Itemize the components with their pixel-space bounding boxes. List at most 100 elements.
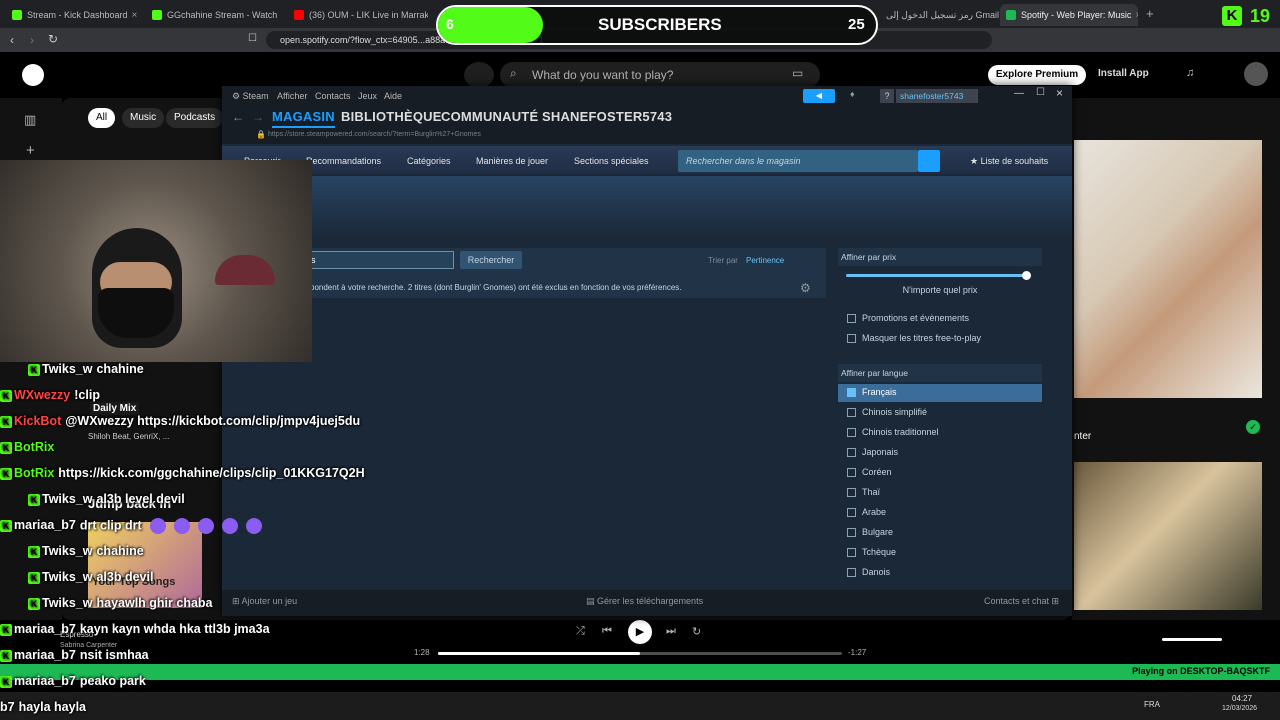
steam-menu-afficher[interactable]: Afficher	[277, 91, 307, 101]
bell-icon[interactable]: ♫	[1186, 67, 1194, 79]
steam-forward-icon[interactable]: →	[252, 110, 264, 124]
avatar[interactable]	[1244, 62, 1268, 86]
nav-magasin[interactable]: MAGASIN	[272, 109, 335, 128]
price-filter-heading[interactable]: Affiner par prix	[838, 248, 1042, 266]
checkbox[interactable]	[847, 334, 856, 343]
install-app-button[interactable]: Install App	[1098, 68, 1149, 79]
forward-icon[interactable]: ›	[30, 33, 34, 47]
library-icon[interactable]: ▥	[24, 112, 36, 128]
language-filter-heading[interactable]: Affiner par langue	[838, 364, 1042, 382]
language-danois[interactable]: Danois	[838, 564, 1042, 582]
tab-youtube[interactable]: (36) OUM - LIK Live in Marrakech	[288, 4, 428, 26]
rechercher-button[interactable]: Rechercher	[460, 251, 522, 269]
nav-bibliotheque[interactable]: BIBLIOTHÈQUE	[341, 109, 442, 124]
repeat-icon[interactable]: ↻	[692, 625, 701, 638]
kick-badge-icon: K	[28, 363, 40, 376]
steam-menu-steam[interactable]: ⚙ Steam	[232, 91, 269, 102]
store-menu-manieres[interactable]: Manières de jouer	[476, 156, 548, 166]
language-tcheque[interactable]: Tchèque	[838, 544, 1042, 562]
explore-premium-button[interactable]: Explore Premium	[988, 65, 1086, 85]
language-chinois-simplifie[interactable]: Chinois simplifié	[838, 404, 1042, 422]
spotify-logo-icon[interactable]	[22, 64, 44, 86]
home-icon[interactable]	[464, 62, 494, 88]
device-text[interactable]: Playing on DESKTOP-BAQSKTF	[1132, 666, 1270, 676]
search-term-input[interactable]: s	[306, 251, 454, 269]
store-menu-recommandations[interactable]: Recommandations	[306, 156, 381, 166]
language-japonais[interactable]: Japonais	[838, 444, 1042, 462]
sort-dropdown[interactable]: Pertinence	[746, 256, 784, 265]
language-coreen[interactable]: Coréen	[838, 464, 1042, 482]
browse-icon[interactable]: ▭	[792, 66, 803, 80]
check-icon: ✓	[1246, 420, 1260, 434]
bookmark-icon[interactable]: ☐	[248, 33, 257, 44]
shuffle-icon[interactable]: ⤮	[576, 625, 585, 638]
back-icon[interactable]: ‹	[10, 33, 14, 47]
account-menu[interactable]: shanefoster5743	[896, 89, 978, 103]
checkbox[interactable]	[847, 548, 856, 557]
chip-podcasts[interactable]: Podcasts	[166, 108, 224, 128]
filter-promotions[interactable]: Promotions et évènements	[838, 310, 1042, 328]
wishlist-link[interactable]: ★ Liste de souhaits	[970, 156, 1048, 167]
help-icon[interactable]: ?	[880, 89, 894, 103]
tab-kick-watch[interactable]: GGchahine Stream - Watch	[146, 4, 282, 26]
steam-store-search-input[interactable]: Rechercher dans le magasin	[678, 150, 918, 172]
language-indicator[interactable]: FRA	[1144, 700, 1160, 709]
friends-chat-button[interactable]: Contacts et chat ⊞	[984, 596, 1059, 607]
kick-badge-icon: K	[0, 415, 12, 428]
webcam-person-mask	[98, 288, 174, 338]
close-icon[interactable]: ×	[128, 10, 138, 21]
price-slider-knob[interactable]	[1022, 271, 1031, 280]
checkbox[interactable]	[847, 408, 856, 417]
checkbox[interactable]	[847, 528, 856, 537]
checkbox[interactable]	[847, 508, 856, 517]
manage-downloads-button[interactable]: ▤ Gérer les téléchargements	[586, 596, 703, 607]
checkbox[interactable]	[847, 488, 856, 497]
close-window-icon[interactable]: ×	[1056, 86, 1063, 100]
minimize-icon[interactable]: —	[1014, 88, 1024, 99]
megaphone-icon[interactable]: ◀	[803, 89, 835, 103]
filter-hide-free[interactable]: Masquer les titres free-to-play	[838, 330, 1042, 348]
now-playing-artwork	[1074, 140, 1262, 398]
language-chinois-traditionnel[interactable]: Chinois traditionnel	[838, 424, 1042, 442]
previous-icon[interactable]: ⏮	[602, 625, 612, 638]
nav-communaute[interactable]: COMMUNAUTÉ	[441, 109, 538, 124]
new-tab-button[interactable]: +	[1146, 6, 1154, 21]
price-slider[interactable]	[846, 274, 1028, 277]
checkbox[interactable]	[847, 314, 856, 323]
checkbox[interactable]	[847, 448, 856, 457]
clock-date[interactable]: 12/03/2026	[1222, 705, 1257, 712]
checkbox[interactable]	[847, 388, 856, 397]
language-francais[interactable]: Français	[838, 384, 1042, 402]
next-icon[interactable]: ⏭	[666, 625, 676, 638]
checkbox[interactable]	[847, 428, 856, 437]
tab-kick-dashboard[interactable]: Stream - Kick Dashboard ×	[6, 4, 142, 26]
close-icon[interactable]: ×	[1131, 10, 1138, 21]
search-icon[interactable]	[918, 150, 940, 172]
steam-menu-contacts[interactable]: Contacts	[315, 91, 351, 101]
chip-all[interactable]: All	[88, 108, 116, 128]
steam-menu-aide[interactable]: Aide	[384, 91, 402, 101]
clock-time[interactable]: 04:27	[1232, 694, 1252, 703]
language-thai[interactable]: Thaï	[838, 484, 1042, 502]
notification-bell-icon[interactable]: ♦	[850, 89, 855, 99]
steam-menu-jeux[interactable]: Jeux	[358, 91, 377, 101]
add-icon[interactable]: +	[26, 142, 35, 159]
checkbox[interactable]	[847, 468, 856, 477]
add-game-button[interactable]: ⊞ Ajouter un jeu	[232, 596, 297, 607]
play-button[interactable]: ▶	[628, 620, 652, 644]
language-arabe[interactable]: Arabe	[838, 504, 1042, 522]
volume-slider[interactable]	[1162, 638, 1222, 641]
steam-back-icon[interactable]: ←	[232, 110, 244, 124]
gear-icon[interactable]: ⚙	[800, 281, 811, 295]
store-menu-categories[interactable]: Catégories	[407, 156, 451, 166]
maximize-icon[interactable]: ☐	[1036, 87, 1045, 98]
tab-gmail[interactable]: رمز تسجيل الدخول إلى Gmail	[880, 4, 1002, 26]
nav-profile[interactable]: SHANEFOSTER5743	[542, 109, 672, 124]
tab-spotify[interactable]: Spotify - Web Player: Music×	[1000, 4, 1138, 26]
spotify-search-input[interactable]: What do you want to play?	[500, 62, 820, 88]
chip-music[interactable]: Music	[122, 108, 165, 128]
language-bulgare[interactable]: Bulgare	[838, 524, 1042, 542]
checkbox[interactable]	[847, 568, 856, 577]
store-menu-sections[interactable]: Sections spéciales	[574, 156, 649, 166]
reload-icon[interactable]: ↻	[48, 32, 58, 46]
